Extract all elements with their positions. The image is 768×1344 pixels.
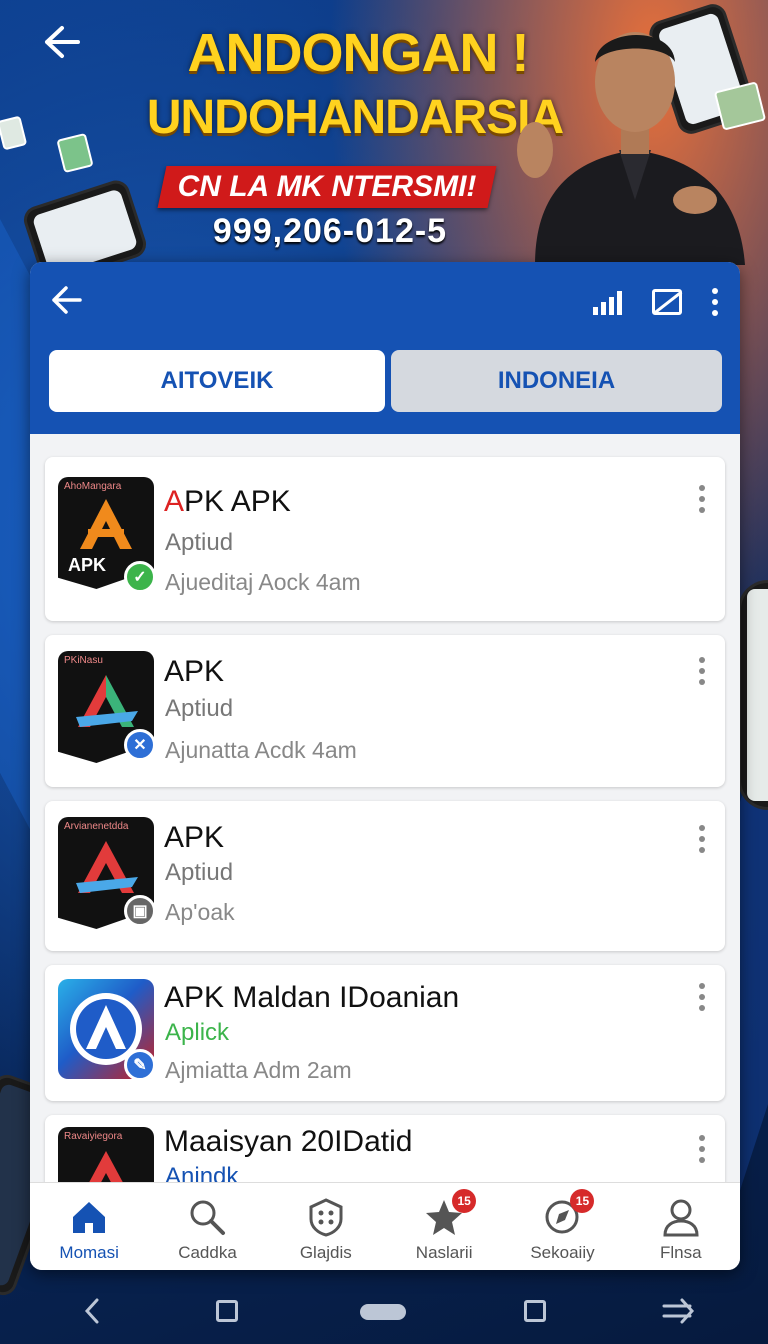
header-icons xyxy=(593,288,718,316)
presenter-image xyxy=(517,32,745,265)
notification-badge: 15 xyxy=(570,1189,595,1213)
system-recents-icon[interactable] xyxy=(216,1300,238,1322)
app-subtitle: Aptiud xyxy=(165,529,234,556)
more-vert-icon[interactable] xyxy=(699,983,705,1011)
app-icon: ✎ xyxy=(58,979,156,1091)
list-item[interactable]: ✎ APK Maldan IDoanian Aplick Ajmiatta Ad… xyxy=(45,965,725,1101)
app-title-initial: A xyxy=(164,485,185,518)
nav-label: Glajdis xyxy=(299,1243,352,1262)
more-vert-icon[interactable] xyxy=(699,825,705,853)
list-item[interactable]: Arvianenetdda ▣ APK Aptiud Ap'oak xyxy=(45,801,725,951)
close-icon: ✕ xyxy=(124,729,156,761)
more-vert-icon[interactable] xyxy=(699,1135,705,1163)
notification-badge: 15 xyxy=(452,1189,477,1213)
nav-item-profile[interactable]: Flnsa xyxy=(622,1183,740,1270)
list-item[interactable]: PKiNasu ✕ APK Aptiud Ajunatta Acdk 4am xyxy=(45,635,725,787)
nav-label: Naslarii xyxy=(415,1243,473,1262)
app-title: Maaisyan 20IDatid xyxy=(164,1125,413,1158)
nav-item-search[interactable]: Caddka xyxy=(148,1183,266,1270)
nav-label: Caddka xyxy=(178,1243,237,1262)
app-title: APK xyxy=(164,821,225,854)
app-icon: PKiNasu ✕ xyxy=(58,651,156,763)
promo-text: CN LA MK NTERSMI! xyxy=(177,170,477,203)
nav-label: Flnsa xyxy=(660,1243,702,1262)
edit-icon: ✎ xyxy=(124,1049,156,1081)
more-vert-icon[interactable] xyxy=(699,485,705,513)
app-meta: Ajmiatta Adm 2am xyxy=(165,1057,352,1083)
app-title: APK xyxy=(164,655,225,688)
app-meta: Ap'oak xyxy=(165,899,235,925)
app-icon: Arvianenetdda ▣ xyxy=(58,817,156,929)
banner-back-icon[interactable] xyxy=(42,24,82,60)
image-icon: ▣ xyxy=(124,895,156,927)
home-icon xyxy=(69,1197,109,1237)
nav-item-apps[interactable]: Glajdis xyxy=(267,1183,385,1270)
app-meta: Ajunatta Acdk 4am xyxy=(165,737,357,763)
star-icon: 15 xyxy=(424,1189,477,1237)
nav-label: Momasi xyxy=(59,1243,119,1262)
search-icon xyxy=(187,1197,227,1237)
app-meta: Ajueditaj Aock 4am xyxy=(165,569,361,595)
app-header: AITOVEIK INDONEIA xyxy=(30,262,740,434)
more-vert-icon[interactable] xyxy=(712,288,718,316)
person-icon xyxy=(661,1197,701,1237)
compass-icon: 15 xyxy=(542,1189,595,1237)
app-subtitle: Aplick xyxy=(165,1019,230,1046)
app-title-rest: PK APK xyxy=(184,485,291,518)
list-item[interactable]: AhoMangara APK ✓ APK APK Aptiud Ajuedita… xyxy=(45,457,725,621)
apps-shield-icon xyxy=(306,1197,346,1237)
app-subtitle: Aptiud xyxy=(165,859,234,886)
app-title: APK APK xyxy=(164,485,291,519)
app-window: AITOVEIK INDONEIA AhoMangara APK ✓ APK A… xyxy=(30,262,740,1270)
back-icon[interactable] xyxy=(50,284,82,324)
app-title: APK Maldan IDoanian xyxy=(164,981,460,1014)
bottom-navigation: Momasi Caddka Glajdis 15 Naslarii 15 Sek… xyxy=(30,1182,740,1270)
nav-label: Sekoaiiy xyxy=(530,1243,595,1262)
decorative-phone-edge xyxy=(738,580,768,810)
system-forward-icon[interactable] xyxy=(660,1296,696,1331)
no-sim-icon[interactable] xyxy=(652,289,682,315)
signal-icon xyxy=(593,289,622,315)
system-back-icon[interactable] xyxy=(82,1296,102,1331)
nav-item-security[interactable]: 15 Sekoaiiy xyxy=(503,1183,621,1270)
banner-phone-number: 999,206-012-5 xyxy=(212,212,448,250)
app-subtitle: Aptiud xyxy=(165,695,234,722)
nav-item-favorites[interactable]: 15 Naslarii xyxy=(385,1183,503,1270)
system-home-pill[interactable] xyxy=(360,1304,406,1320)
check-icon: ✓ xyxy=(124,561,156,593)
system-overview-icon[interactable] xyxy=(524,1300,546,1322)
tab-indoneia[interactable]: INDONEIA xyxy=(391,350,722,412)
app-icon: AhoMangara APK ✓ xyxy=(58,477,156,593)
system-navigation-bar xyxy=(0,1282,768,1344)
more-vert-icon[interactable] xyxy=(699,657,705,685)
nav-item-home[interactable]: Momasi xyxy=(30,1183,148,1270)
tab-aitoveik[interactable]: AITOVEIK xyxy=(49,350,385,412)
icon-label: APK xyxy=(68,555,107,575)
